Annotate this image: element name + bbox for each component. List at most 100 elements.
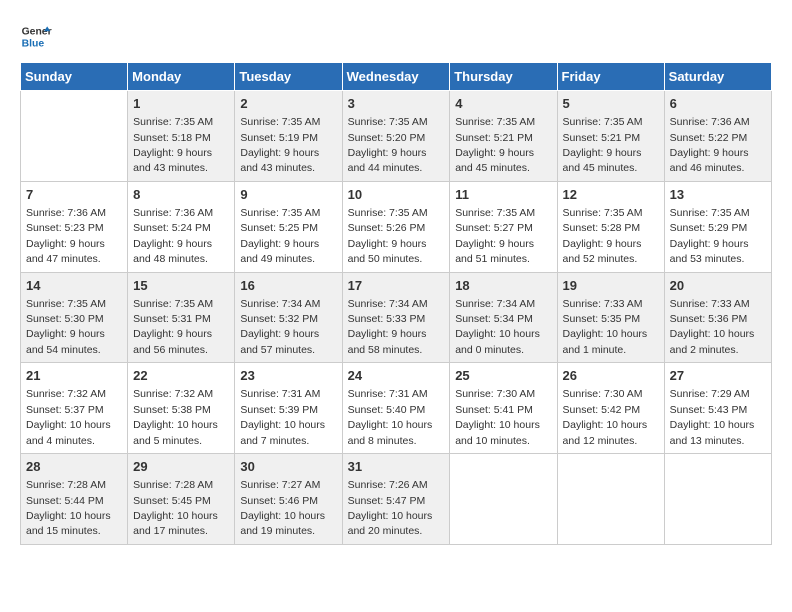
day-daylight: Daylight: 10 hours and 5 minutes. xyxy=(133,419,218,446)
day-cell: 4Sunrise: 7:35 AMSunset: 5:21 PMDaylight… xyxy=(450,91,557,182)
calendar-header: SundayMondayTuesdayWednesdayThursdayFrid… xyxy=(21,63,772,91)
day-sunset: Sunset: 5:27 PM xyxy=(455,222,533,234)
day-number: 31 xyxy=(348,458,445,476)
day-cell: 11Sunrise: 7:35 AMSunset: 5:27 PMDayligh… xyxy=(450,181,557,272)
day-sunrise: Sunrise: 7:31 AM xyxy=(348,388,428,400)
day-cell: 22Sunrise: 7:32 AMSunset: 5:38 PMDayligh… xyxy=(128,363,235,454)
day-cell: 6Sunrise: 7:36 AMSunset: 5:22 PMDaylight… xyxy=(664,91,771,182)
day-number: 13 xyxy=(670,186,766,204)
day-sunset: Sunset: 5:28 PM xyxy=(563,222,641,234)
day-sunset: Sunset: 5:45 PM xyxy=(133,495,211,507)
day-number: 30 xyxy=(240,458,336,476)
day-sunrise: Sunrise: 7:35 AM xyxy=(348,116,428,128)
day-number: 17 xyxy=(348,277,445,295)
day-sunrise: Sunrise: 7:36 AM xyxy=(133,207,213,219)
day-cell: 8Sunrise: 7:36 AMSunset: 5:24 PMDaylight… xyxy=(128,181,235,272)
day-number: 26 xyxy=(563,367,659,385)
day-cell xyxy=(21,91,128,182)
week-row-3: 14Sunrise: 7:35 AMSunset: 5:30 PMDayligh… xyxy=(21,272,772,363)
day-sunrise: Sunrise: 7:32 AM xyxy=(26,388,106,400)
day-number: 23 xyxy=(240,367,336,385)
day-cell: 1Sunrise: 7:35 AMSunset: 5:18 PMDaylight… xyxy=(128,91,235,182)
day-cell: 2Sunrise: 7:35 AMSunset: 5:19 PMDaylight… xyxy=(235,91,342,182)
day-number: 1 xyxy=(133,95,229,113)
weekday-header-wednesday: Wednesday xyxy=(342,63,450,91)
day-sunrise: Sunrise: 7:33 AM xyxy=(563,298,643,310)
day-number: 15 xyxy=(133,277,229,295)
day-cell: 31Sunrise: 7:26 AMSunset: 5:47 PMDayligh… xyxy=(342,454,450,545)
day-daylight: Daylight: 10 hours and 0 minutes. xyxy=(455,328,540,355)
day-daylight: Daylight: 9 hours and 54 minutes. xyxy=(26,328,105,355)
week-row-2: 7Sunrise: 7:36 AMSunset: 5:23 PMDaylight… xyxy=(21,181,772,272)
day-sunset: Sunset: 5:40 PM xyxy=(348,404,426,416)
day-sunset: Sunset: 5:36 PM xyxy=(670,313,748,325)
day-daylight: Daylight: 9 hours and 53 minutes. xyxy=(670,238,749,265)
day-sunset: Sunset: 5:26 PM xyxy=(348,222,426,234)
day-sunset: Sunset: 5:33 PM xyxy=(348,313,426,325)
day-number: 12 xyxy=(563,186,659,204)
day-number: 19 xyxy=(563,277,659,295)
day-sunrise: Sunrise: 7:28 AM xyxy=(133,479,213,491)
day-sunrise: Sunrise: 7:35 AM xyxy=(240,207,320,219)
day-cell: 10Sunrise: 7:35 AMSunset: 5:26 PMDayligh… xyxy=(342,181,450,272)
day-sunset: Sunset: 5:23 PM xyxy=(26,222,104,234)
day-sunset: Sunset: 5:22 PM xyxy=(670,132,748,144)
day-cell: 30Sunrise: 7:27 AMSunset: 5:46 PMDayligh… xyxy=(235,454,342,545)
day-sunset: Sunset: 5:46 PM xyxy=(240,495,318,507)
day-cell: 19Sunrise: 7:33 AMSunset: 5:35 PMDayligh… xyxy=(557,272,664,363)
day-cell: 23Sunrise: 7:31 AMSunset: 5:39 PMDayligh… xyxy=(235,363,342,454)
day-number: 21 xyxy=(26,367,122,385)
day-cell: 18Sunrise: 7:34 AMSunset: 5:34 PMDayligh… xyxy=(450,272,557,363)
week-row-1: 1Sunrise: 7:35 AMSunset: 5:18 PMDaylight… xyxy=(21,91,772,182)
day-daylight: Daylight: 9 hours and 47 minutes. xyxy=(26,238,105,265)
day-sunrise: Sunrise: 7:35 AM xyxy=(563,116,643,128)
day-sunset: Sunset: 5:29 PM xyxy=(670,222,748,234)
day-daylight: Daylight: 9 hours and 49 minutes. xyxy=(240,238,319,265)
weekday-header-sunday: Sunday xyxy=(21,63,128,91)
day-sunset: Sunset: 5:42 PM xyxy=(563,404,641,416)
day-cell: 24Sunrise: 7:31 AMSunset: 5:40 PMDayligh… xyxy=(342,363,450,454)
day-sunset: Sunset: 5:18 PM xyxy=(133,132,211,144)
day-number: 14 xyxy=(26,277,122,295)
day-number: 10 xyxy=(348,186,445,204)
day-number: 11 xyxy=(455,186,551,204)
weekday-header-monday: Monday xyxy=(128,63,235,91)
day-number: 25 xyxy=(455,367,551,385)
day-cell: 27Sunrise: 7:29 AMSunset: 5:43 PMDayligh… xyxy=(664,363,771,454)
logo-icon: General Blue xyxy=(20,20,52,52)
day-sunset: Sunset: 5:44 PM xyxy=(26,495,104,507)
day-cell: 15Sunrise: 7:35 AMSunset: 5:31 PMDayligh… xyxy=(128,272,235,363)
day-daylight: Daylight: 10 hours and 17 minutes. xyxy=(133,510,218,537)
day-sunrise: Sunrise: 7:31 AM xyxy=(240,388,320,400)
day-cell: 28Sunrise: 7:28 AMSunset: 5:44 PMDayligh… xyxy=(21,454,128,545)
day-sunset: Sunset: 5:35 PM xyxy=(563,313,641,325)
day-sunset: Sunset: 5:24 PM xyxy=(133,222,211,234)
day-daylight: Daylight: 9 hours and 56 minutes. xyxy=(133,328,212,355)
logo: General Blue xyxy=(20,20,52,52)
svg-text:Blue: Blue xyxy=(22,38,45,49)
week-row-4: 21Sunrise: 7:32 AMSunset: 5:37 PMDayligh… xyxy=(21,363,772,454)
weekday-header-thursday: Thursday xyxy=(450,63,557,91)
day-number: 20 xyxy=(670,277,766,295)
day-sunrise: Sunrise: 7:36 AM xyxy=(670,116,750,128)
weekday-header-tuesday: Tuesday xyxy=(235,63,342,91)
day-sunset: Sunset: 5:38 PM xyxy=(133,404,211,416)
day-number: 2 xyxy=(240,95,336,113)
day-sunrise: Sunrise: 7:35 AM xyxy=(133,298,213,310)
day-cell xyxy=(557,454,664,545)
day-cell: 7Sunrise: 7:36 AMSunset: 5:23 PMDaylight… xyxy=(21,181,128,272)
day-sunrise: Sunrise: 7:35 AM xyxy=(455,116,535,128)
day-sunset: Sunset: 5:25 PM xyxy=(240,222,318,234)
day-sunrise: Sunrise: 7:34 AM xyxy=(348,298,428,310)
day-cell: 16Sunrise: 7:34 AMSunset: 5:32 PMDayligh… xyxy=(235,272,342,363)
weekday-header-friday: Friday xyxy=(557,63,664,91)
day-sunrise: Sunrise: 7:29 AM xyxy=(670,388,750,400)
day-sunrise: Sunrise: 7:30 AM xyxy=(563,388,643,400)
day-sunrise: Sunrise: 7:26 AM xyxy=(348,479,428,491)
day-daylight: Daylight: 9 hours and 58 minutes. xyxy=(348,328,427,355)
day-cell: 14Sunrise: 7:35 AMSunset: 5:30 PMDayligh… xyxy=(21,272,128,363)
day-number: 27 xyxy=(670,367,766,385)
header: General Blue xyxy=(20,20,772,52)
day-sunset: Sunset: 5:47 PM xyxy=(348,495,426,507)
day-sunset: Sunset: 5:43 PM xyxy=(670,404,748,416)
